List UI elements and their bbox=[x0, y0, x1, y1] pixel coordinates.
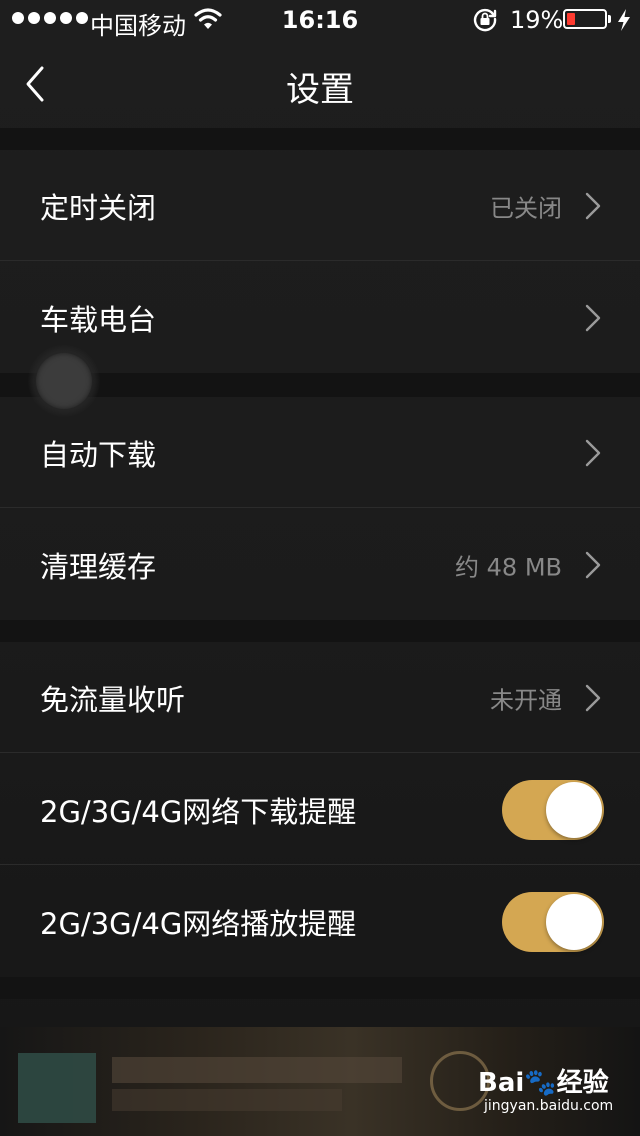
album-art bbox=[18, 1053, 96, 1123]
rotation-lock-icon bbox=[473, 8, 497, 32]
row-value: 未开通 bbox=[490, 686, 562, 714]
chevron-right-icon bbox=[585, 192, 601, 219]
assistive-touch-button[interactable] bbox=[28, 345, 100, 417]
toggle-knob bbox=[546, 781, 602, 838]
battery-percent: 19% bbox=[510, 6, 564, 34]
section-divider bbox=[0, 128, 640, 150]
row-label: 免流量收听 bbox=[40, 682, 186, 717]
row-cellular-download-alert: 2G/3G/4G网络下载提醒 bbox=[0, 754, 640, 865]
row-label: 车载电台 bbox=[40, 302, 157, 337]
row-auto-download[interactable]: 自动下载 bbox=[0, 397, 640, 508]
chevron-right-icon bbox=[585, 684, 601, 711]
row-label: 定时关闭 bbox=[40, 190, 157, 225]
baidu-jingyan-watermark: Bai🐾经验 jingyan.baidu.com bbox=[478, 1062, 618, 1124]
row-cellular-playback-alert: 2G/3G/4G网络播放提醒 bbox=[0, 866, 640, 977]
status-bar: 中国移动 16:16 19% bbox=[0, 0, 640, 40]
blurred-track-title bbox=[112, 1057, 402, 1083]
row-car-radio[interactable]: 车载电台 bbox=[0, 262, 640, 373]
row-label: 清理缓存 bbox=[40, 549, 157, 584]
navigation-bar: 设置 bbox=[0, 40, 640, 128]
settings-screen: 中国移动 16:16 19% 设置 定时关闭 已关闭 车载电台 自动下载 清理缓… bbox=[0, 0, 640, 1136]
row-timer-off[interactable]: 定时关闭 已关闭 bbox=[0, 150, 640, 261]
watermark-url: jingyan.baidu.com bbox=[484, 1098, 614, 1114]
section-divider bbox=[0, 977, 640, 999]
charging-bolt-icon bbox=[618, 9, 630, 31]
chevron-right-icon bbox=[585, 551, 601, 578]
page-title: 设置 bbox=[286, 70, 354, 110]
row-label: 2G/3G/4G网络下载提醒 bbox=[40, 794, 357, 829]
row-free-data-listening[interactable]: 免流量收听 未开通 bbox=[0, 642, 640, 753]
row-label: 2G/3G/4G网络播放提醒 bbox=[40, 906, 357, 941]
battery-level-fill bbox=[567, 13, 575, 25]
blurred-track-subtitle bbox=[112, 1089, 342, 1111]
cache-size-value: 约 48 MB bbox=[455, 553, 562, 581]
section-divider bbox=[0, 620, 640, 642]
row-value: 已关闭 bbox=[490, 194, 562, 222]
row-label: 自动下载 bbox=[40, 437, 157, 472]
chevron-right-icon bbox=[585, 304, 601, 331]
chevron-right-icon bbox=[585, 439, 601, 466]
download-alert-toggle[interactable] bbox=[502, 779, 604, 840]
watermark-logo: Bai🐾经验 bbox=[478, 1068, 609, 1098]
battery-icon bbox=[563, 9, 611, 29]
row-clear-cache[interactable]: 清理缓存 约 48 MB bbox=[0, 509, 640, 620]
toggle-knob bbox=[546, 893, 602, 950]
playback-alert-toggle[interactable] bbox=[502, 891, 604, 952]
